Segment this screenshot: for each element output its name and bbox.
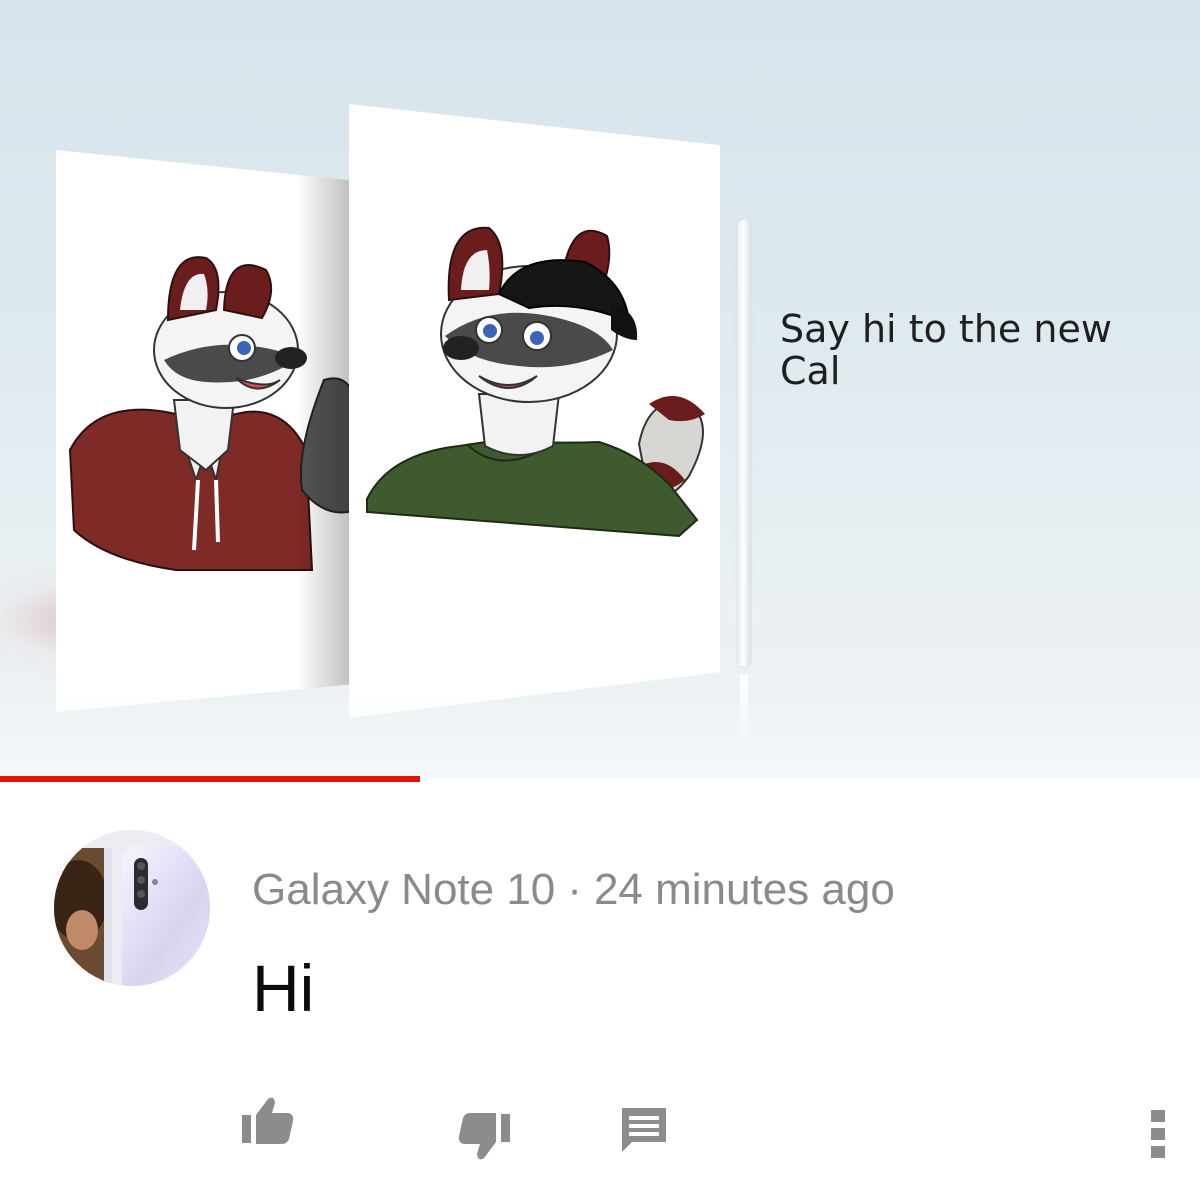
reply-button[interactable] xyxy=(618,1104,670,1154)
phone-avatar-image xyxy=(54,830,210,986)
card-shadow xyxy=(296,150,356,712)
thumbs-down-icon xyxy=(458,1113,510,1160)
like-button[interactable] xyxy=(240,1095,296,1147)
avatar[interactable] xyxy=(54,830,210,986)
raccoon-cap-illustration xyxy=(366,226,705,538)
comment-time[interactable]: 24 minutes ago xyxy=(594,865,895,914)
video-progress-bar[interactable] xyxy=(0,776,1200,782)
comment-meta: Galaxy Note 10 · 24 minutes ago xyxy=(252,862,895,918)
thumbs-up-icon xyxy=(242,1097,294,1144)
video-headline: Say hi to the new Cal xyxy=(780,307,1112,393)
dislike-button[interactable] xyxy=(456,1110,512,1162)
comment-text: Hi xyxy=(252,951,315,1025)
floor-reflection xyxy=(0,690,1200,778)
comment-author[interactable]: Galaxy Note 10 xyxy=(252,865,555,914)
video-player[interactable]: Say hi to the new Cal xyxy=(0,0,1200,778)
more-vertical-icon xyxy=(1151,1110,1165,1158)
s-pen xyxy=(737,220,751,666)
video-progress-fill xyxy=(0,776,420,782)
meta-separator: · xyxy=(567,865,582,914)
more-options-button[interactable] xyxy=(1146,1106,1170,1162)
comment-icon xyxy=(622,1108,666,1152)
artwork-card-front xyxy=(349,104,720,718)
artwork-card-back xyxy=(56,150,356,712)
